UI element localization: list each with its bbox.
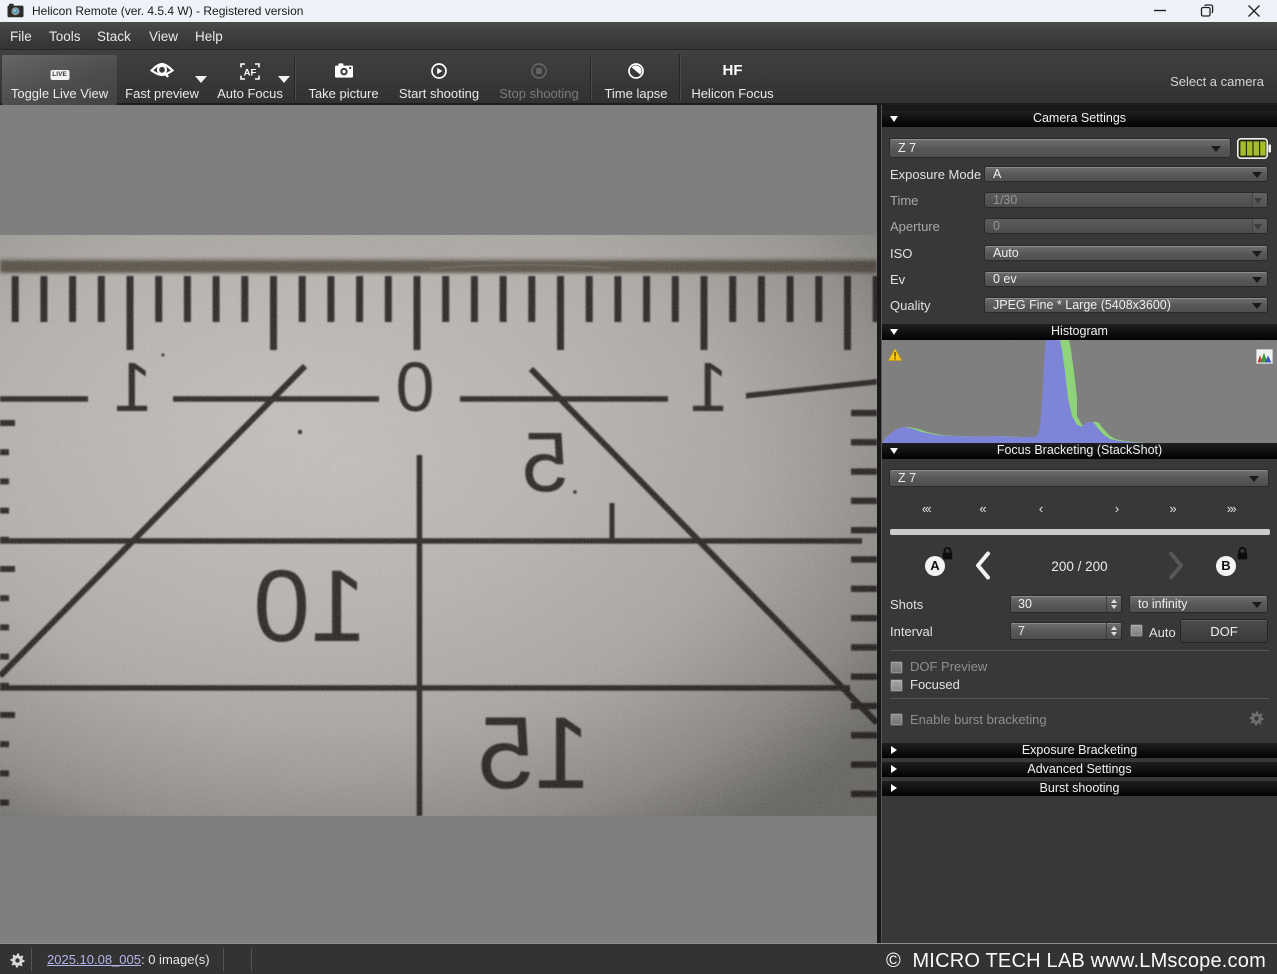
- svg-text:AF: AF: [244, 68, 257, 79]
